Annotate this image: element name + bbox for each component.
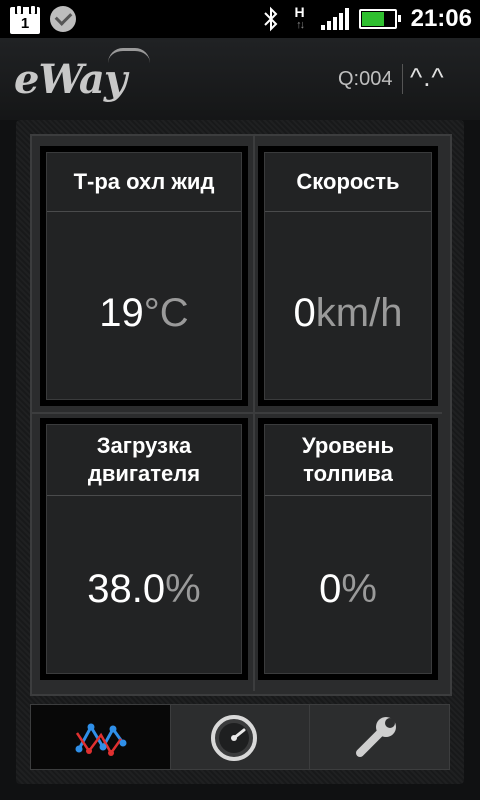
gauge-title: Уровень толпива [265,425,431,496]
speedometer-icon [210,715,257,761]
gauge-value: 38.0 [87,567,166,611]
app-header: eWay Q:004 ^.^ [0,38,480,120]
bottom-nav [30,704,450,770]
tab-graph[interactable] [31,705,171,769]
battery-fill [361,12,384,26]
battery-icon [358,9,401,29]
gauge-speed[interactable]: Скорость 0km/h [258,146,438,406]
gauge-title: Скорость [265,153,431,212]
query-counter: Q:004 [338,68,393,90]
network-h-icon: H ↑↓ [289,4,311,34]
shield-check-icon [50,6,76,32]
gauge-unit: °C [143,291,189,335]
clock: 21:06 [410,5,472,32]
gauge-engine-load[interactable]: Загрузка двигателя 38.0% [40,418,248,680]
gauge-value-display: 0% [265,567,431,612]
status-face[interactable]: ^.^ [410,62,445,93]
gauge-coolant-temp[interactable]: Т-ра охл жид 19°C [40,146,248,406]
gauge-fuel-level[interactable]: Уровень толпива 0% [258,418,438,680]
grid-horizontal-divider [32,412,442,414]
app-logo: eWay [14,56,127,103]
gauge-unit: % [165,567,201,611]
gauge-value-display: 0km/h [265,291,431,336]
tab-settings[interactable] [310,705,449,769]
gauge-value: 0 [293,291,316,335]
header-divider [402,64,403,94]
gauge-value-display: 19°C [47,291,241,336]
network-type: H [294,4,305,20]
calendar-day: 1 [10,14,40,34]
gauge-unit: km/h [315,291,403,335]
signal-icon [320,8,349,30]
tab-dashboard[interactable] [171,705,311,769]
wrench-icon [356,717,397,757]
gauge-unit: % [341,567,377,611]
gauge-title: Загрузка двигателя [47,425,241,496]
gauge-value-display: 38.0% [47,567,241,612]
calendar-icon: 1 [10,4,40,34]
gauge-value: 0 [319,567,342,611]
gauge-title: Т-ра охл жид [47,153,241,212]
gauge-value: 19 [99,291,144,335]
bluetooth-icon [263,6,278,32]
graph-icon [75,723,127,756]
car-logo-icon [108,48,150,63]
status-bar: 1 H ↑↓ 21:06 [0,0,480,38]
